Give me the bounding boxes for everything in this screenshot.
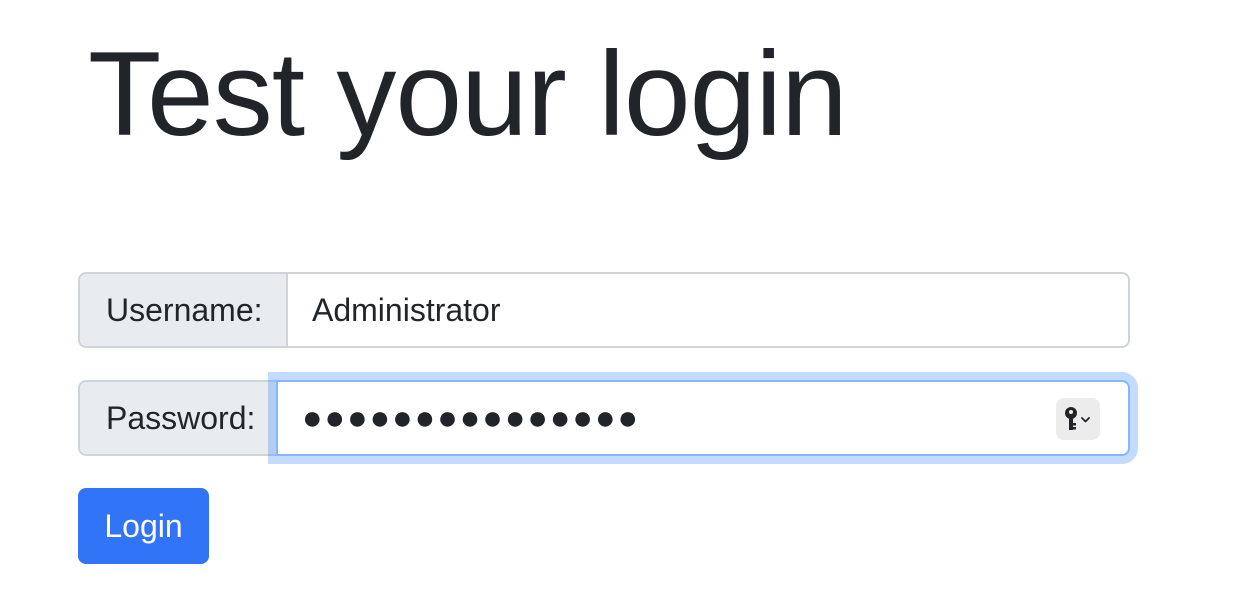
password-autofill-button[interactable] bbox=[1056, 398, 1100, 440]
password-label: Password: bbox=[78, 380, 276, 456]
username-field[interactable]: Administrator bbox=[286, 272, 1130, 348]
login-page: Test your login Username: Administrator … bbox=[0, 0, 1238, 608]
password-field[interactable]: ●●●●●●●●●●●●●●● bbox=[276, 380, 1130, 456]
login-button[interactable]: Login bbox=[78, 488, 209, 564]
password-input-group: Password: ●●●●●●●●●●●●●●● bbox=[78, 380, 1130, 456]
page-title: Test your login bbox=[88, 27, 848, 161]
password-masked-value: ●●●●●●●●●●●●●●● bbox=[302, 399, 641, 437]
key-icon bbox=[1065, 407, 1090, 430]
username-label: Username: bbox=[78, 272, 286, 348]
chevron-down-icon bbox=[1081, 417, 1090, 423]
username-value: Administrator bbox=[312, 291, 501, 328]
username-input-group: Username: Administrator bbox=[78, 272, 1130, 348]
